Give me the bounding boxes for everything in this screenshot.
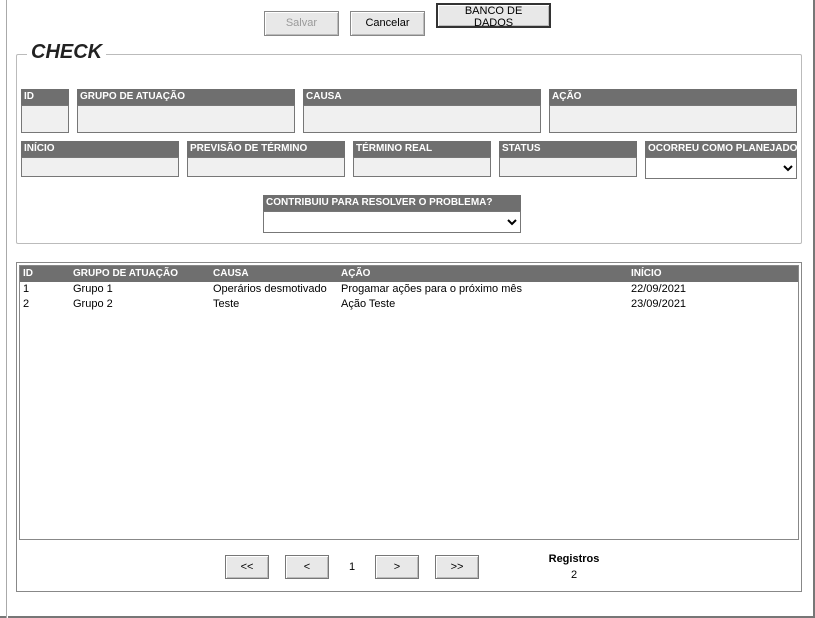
inicio-input[interactable]: [21, 157, 179, 177]
cell-causa: Teste: [210, 297, 338, 312]
cell-causa: Operários desmotivado: [210, 282, 338, 297]
col-grupo: GRUPO DE ATUAÇÃO: [70, 266, 210, 282]
causa-label: CAUSA: [303, 89, 541, 105]
termino-label: TÉRMINO REAL: [353, 141, 491, 157]
cell-acao: Progamar ações para o próximo mês: [338, 282, 628, 297]
cell-grupo: Grupo 2: [70, 297, 210, 312]
cell-inicio: 23/09/2021: [628, 297, 778, 312]
cancel-button[interactable]: Cancelar: [350, 11, 425, 36]
previsao-field: PREVISÃO DE TÉRMINO: [187, 141, 345, 177]
database-button[interactable]: BANCO DE DADOS: [436, 3, 551, 28]
list-body: 1Grupo 1Operários desmotivadoProgamar aç…: [20, 282, 798, 312]
pager-prev-button[interactable]: <: [285, 555, 329, 579]
status-field: STATUS: [499, 141, 637, 177]
list-panel: ID GRUPO DE ATUAÇÃO CAUSA AÇÃO INÍCIO 1G…: [16, 262, 802, 592]
ocorreu-label: OCORREU COMO PLANEJADO?: [645, 141, 797, 157]
inicio-field: INÍCIO: [21, 141, 179, 177]
pager: << < 1 > >> Registros 2: [17, 555, 801, 585]
cell-id: 1: [20, 282, 70, 297]
table-row[interactable]: 2Grupo 2TesteAção Teste23/09/2021: [20, 297, 798, 312]
status-input[interactable]: [499, 157, 637, 177]
records-label: Registros: [549, 553, 600, 565]
grupo-field: GRUPO DE ATUAÇÃO: [77, 89, 295, 133]
inicio-label: INÍCIO: [21, 141, 179, 157]
col-causa: CAUSA: [210, 266, 338, 282]
col-inicio: INÍCIO: [628, 266, 778, 282]
pager-page-number: 1: [337, 561, 367, 573]
pager-last-button[interactable]: >>: [435, 555, 479, 579]
ocorreu-select[interactable]: [645, 157, 797, 179]
causa-input[interactable]: [303, 105, 541, 133]
contribuiu-label: CONTRIBUIU PARA RESOLVER O PROBLEMA?: [263, 195, 521, 211]
id-input[interactable]: [21, 105, 69, 133]
grupo-label: GRUPO DE ATUAÇÃO: [77, 89, 295, 105]
list-view[interactable]: ID GRUPO DE ATUAÇÃO CAUSA AÇÃO INÍCIO 1G…: [19, 265, 799, 540]
groupbox-title: CHECK: [27, 41, 106, 64]
acao-label: AÇÃO: [549, 89, 797, 105]
save-button[interactable]: Salvar: [264, 11, 339, 36]
causa-field: CAUSA: [303, 89, 541, 133]
records-count: 2: [529, 569, 619, 581]
id-label: ID: [21, 89, 69, 105]
ocorreu-field: OCORREU COMO PLANEJADO?: [645, 141, 797, 179]
col-id: ID: [20, 266, 70, 282]
cell-acao: Ação Teste: [338, 297, 628, 312]
id-field: ID: [21, 89, 69, 133]
termino-input[interactable]: [353, 157, 491, 177]
acao-input[interactable]: [549, 105, 797, 133]
pager-next-button[interactable]: >: [375, 555, 419, 579]
contribuiu-field: CONTRIBUIU PARA RESOLVER O PROBLEMA?: [263, 195, 521, 233]
previsao-input[interactable]: [187, 157, 345, 177]
table-row[interactable]: 1Grupo 1Operários desmotivadoProgamar aç…: [20, 282, 798, 297]
pager-info: Registros 2: [529, 553, 619, 581]
grupo-input[interactable]: [77, 105, 295, 133]
pager-nav: << < 1 > >>: [217, 555, 487, 579]
cell-id: 2: [20, 297, 70, 312]
cell-grupo: Grupo 1: [70, 282, 210, 297]
list-header: ID GRUPO DE ATUAÇÃO CAUSA AÇÃO INÍCIO: [20, 266, 798, 282]
col-acao: AÇÃO: [338, 266, 628, 282]
status-label: STATUS: [499, 141, 637, 157]
termino-field: TÉRMINO REAL: [353, 141, 491, 177]
cell-inicio: 22/09/2021: [628, 282, 778, 297]
previsao-label: PREVISÃO DE TÉRMINO: [187, 141, 345, 157]
check-groupbox: CHECK ID GRUPO DE ATUAÇÃO CAUSA AÇÃO INÍ…: [16, 54, 802, 244]
contribuiu-select[interactable]: [263, 211, 521, 233]
pager-first-button[interactable]: <<: [225, 555, 269, 579]
acao-field: AÇÃO: [549, 89, 797, 133]
toolbar: Salvar Cancelar BANCO DE DADOS: [0, 3, 815, 31]
left-divider: [6, 0, 8, 618]
